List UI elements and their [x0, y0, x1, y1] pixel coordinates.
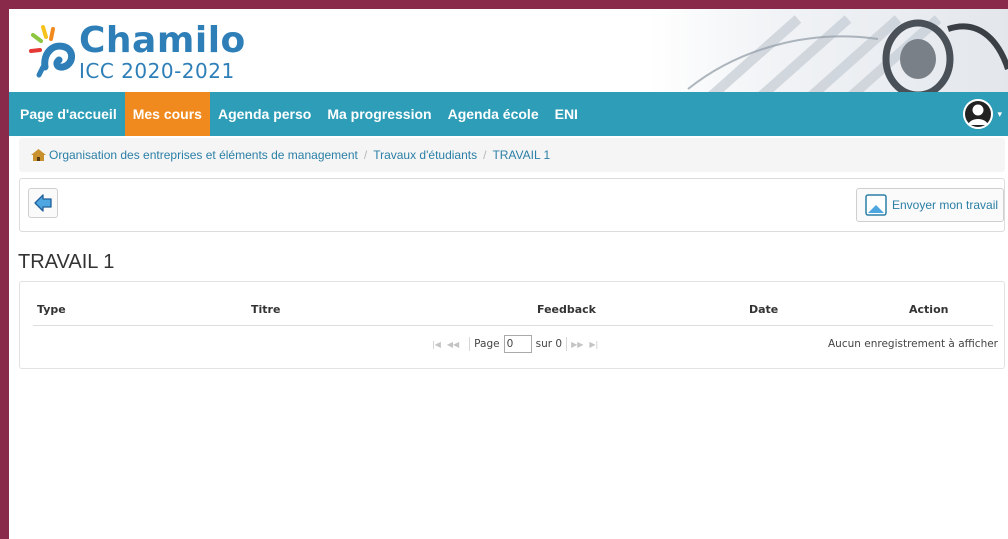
main-navbar: Page d'accueil Mes cours Agenda perso Ma… [9, 92, 1008, 136]
nav-item-my-progress[interactable]: Ma progression [319, 92, 439, 136]
column-header-date[interactable]: Date [749, 303, 778, 316]
app-frame: Chamilo ICC 2020-2021 Page d'accueil Mes… [9, 9, 1008, 539]
back-arrow-icon [34, 194, 52, 212]
nav-item-school-agenda[interactable]: Agenda école [440, 92, 547, 136]
pager-separator [566, 337, 568, 351]
brand-name: Chamilo [79, 20, 246, 61]
header: Chamilo ICC 2020-2021 [9, 9, 1008, 92]
breadcrumb-course[interactable]: Organisation des entreprises et éléments… [49, 148, 358, 162]
pagination: |◀ ◀◀ Page sur 0 ▶▶ ▶| [432, 333, 604, 355]
next-page-icon[interactable]: ▶▶ [571, 340, 583, 349]
page-number-input[interactable] [503, 335, 532, 353]
chevron-down-icon: ▾ [997, 108, 1002, 119]
breadcrumb-student-works[interactable]: Travaux d'étudiants [373, 148, 477, 162]
nav-item-my-courses[interactable]: Mes cours [124, 92, 210, 136]
breadcrumb-current: TRAVAIL 1 [492, 148, 551, 162]
home-icon [31, 149, 46, 161]
header-divider [33, 325, 993, 326]
user-avatar-icon [963, 99, 994, 129]
nav-item-personal-agenda[interactable]: Agenda perso [210, 92, 319, 136]
action-toolbar: Envoyer mon travail [19, 178, 1005, 232]
brand-subtitle: ICC 2020-2021 [79, 59, 235, 83]
page-label: Page [474, 338, 500, 350]
user-menu[interactable]: ▾ [963, 98, 1002, 130]
breadcrumb-separator: / [483, 148, 487, 162]
header-decoration [648, 9, 1008, 92]
back-button[interactable] [28, 188, 58, 218]
first-page-icon[interactable]: |◀ [432, 340, 441, 349]
column-header-action[interactable]: Action [909, 303, 948, 316]
breadcrumb: Organisation des entreprises et éléments… [19, 138, 1005, 172]
empty-records-message: Aucun enregistrement à afficher [828, 338, 998, 350]
nav-item-home[interactable]: Page d'accueil [9, 92, 125, 136]
upload-icon [865, 194, 887, 216]
breadcrumb-separator: / [363, 148, 368, 162]
page-title: TRAVAIL 1 [18, 251, 115, 273]
pager-separator [469, 337, 471, 351]
nav-item-eni[interactable]: ENI [547, 92, 586, 136]
column-header-title[interactable]: Titre [251, 303, 280, 316]
chamilo-logo-icon [29, 25, 75, 78]
page-total-label: sur 0 [535, 338, 563, 350]
last-page-icon[interactable]: ▶| [589, 340, 598, 349]
column-header-type[interactable]: Type [37, 303, 66, 316]
column-header-feedback[interactable]: Feedback [537, 303, 596, 316]
send-work-button[interactable]: Envoyer mon travail [856, 188, 1004, 222]
send-work-label: Envoyer mon travail [892, 198, 999, 212]
previous-page-icon[interactable]: ◀◀ [447, 340, 459, 349]
logo[interactable]: Chamilo ICC 2020-2021 [29, 23, 246, 83]
submissions-table: Type Titre Feedback Date Action |◀ ◀◀ Pa… [19, 281, 1005, 369]
